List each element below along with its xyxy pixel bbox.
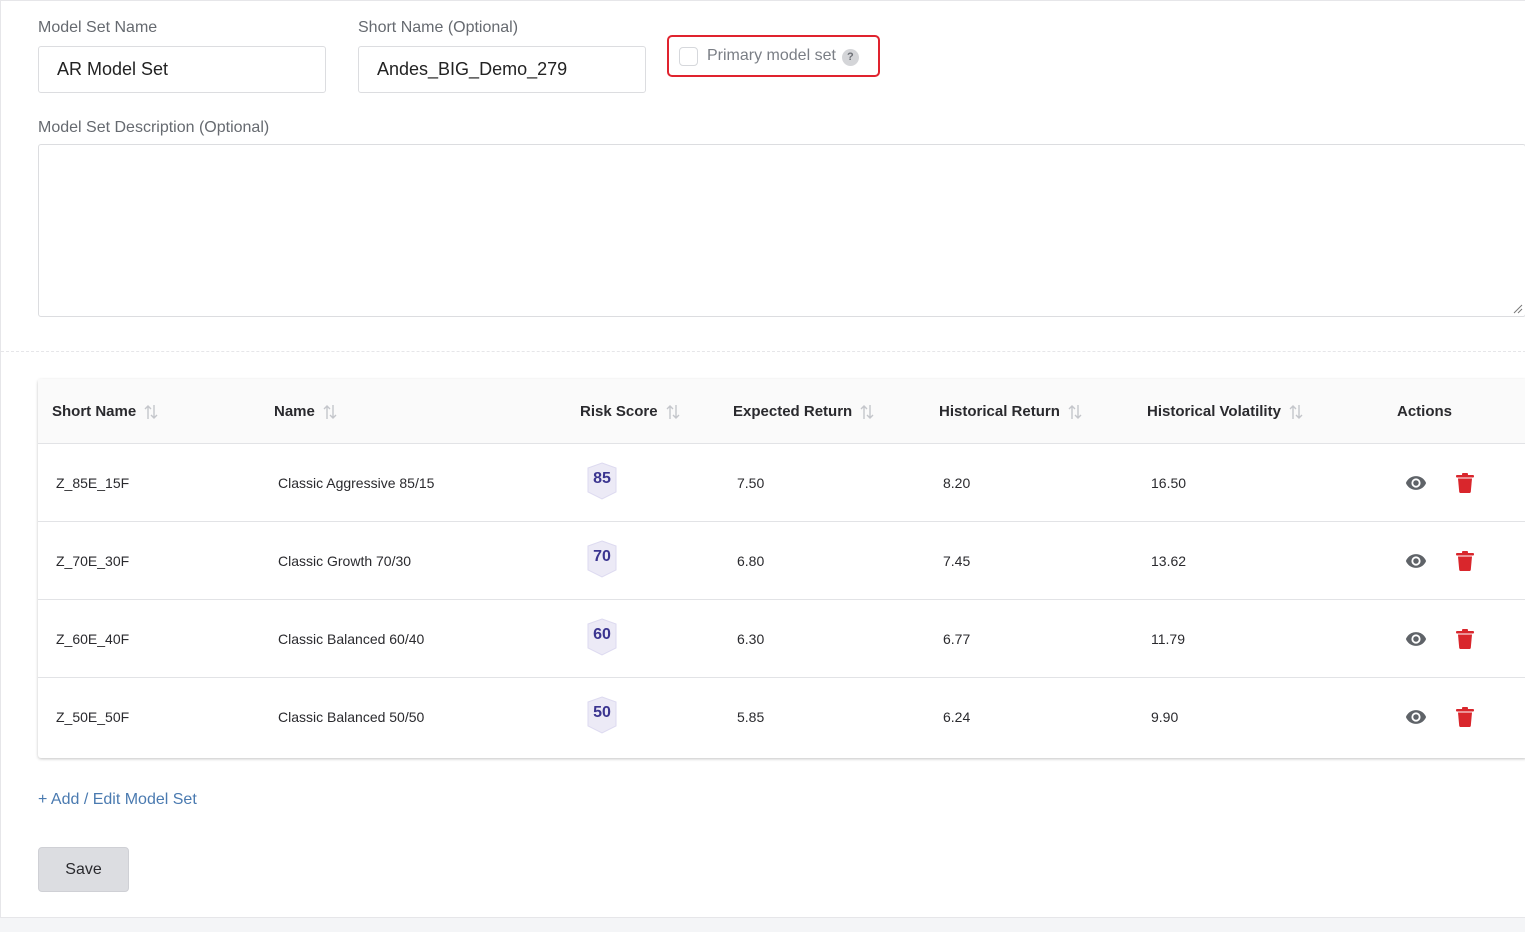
short-name-label: Short Name (Optional) [358, 19, 519, 36]
cell-historical-volatility: 11.79 [1151, 631, 1185, 647]
risk-score-value: 70 [593, 548, 611, 565]
risk-score-badge: 60 [587, 618, 617, 656]
risk-score-value: 85 [593, 470, 611, 487]
model-set-name-label: Model Set Name [38, 19, 158, 36]
risk-score-value: 50 [593, 704, 611, 721]
cell-short-name: Z_70E_30F [56, 553, 130, 569]
cell-historical-return: 6.24 [943, 709, 971, 725]
column-header-actions: Actions [1397, 403, 1453, 420]
cell-short-name: Z_50E_50F [56, 709, 130, 725]
section-divider [1, 351, 1525, 352]
table-row: Z_70E_30F Classic Growth 70/30 70 6.80 7… [38, 522, 1525, 600]
resize-grip-icon[interactable] [1512, 303, 1523, 314]
primary-model-set-toggle[interactable]: Primary model set ? [667, 35, 880, 77]
eye-icon[interactable] [1405, 550, 1427, 572]
column-header-expected-return[interactable]: Expected Return [733, 379, 874, 444]
column-header-expected-return-label: Expected Return [733, 403, 853, 420]
column-header-historical-volatility-label: Historical Volatility [1147, 403, 1281, 420]
cell-expected-return: 6.30 [737, 631, 765, 647]
eye-icon[interactable] [1405, 706, 1427, 728]
primary-model-set-label[interactable]: Primary model set [707, 47, 836, 65]
column-header-name[interactable]: Name [274, 379, 337, 444]
table-row: Z_60E_40F Classic Balanced 60/40 60 6.30… [38, 600, 1525, 678]
cell-historical-return: 6.77 [943, 631, 971, 647]
column-header-historical-return-label: Historical Return [939, 403, 1060, 420]
risk-score-badge: 85 [587, 462, 617, 500]
column-header-short-name-label: Short Name [52, 403, 137, 420]
description-label: Model Set Description (Optional) [38, 119, 270, 136]
save-button[interactable]: Save [38, 847, 129, 892]
risk-score-value: 60 [593, 626, 611, 643]
trash-icon[interactable] [1454, 706, 1476, 728]
cell-historical-volatility: 9.90 [1151, 709, 1179, 725]
cell-short-name: Z_60E_40F [56, 631, 130, 647]
description-textarea[interactable] [38, 144, 1525, 317]
sort-icon[interactable] [666, 403, 680, 421]
table-row: Z_85E_15F Classic Aggressive 85/15 85 7.… [38, 444, 1525, 522]
sort-icon[interactable] [323, 403, 337, 421]
primary-model-set-checkbox[interactable] [679, 46, 698, 66]
eye-icon[interactable] [1405, 628, 1427, 650]
cell-historical-volatility: 16.50 [1151, 475, 1187, 491]
cell-historical-return: 7.45 [943, 553, 971, 569]
risk-score-badge: 50 [587, 696, 617, 734]
sort-icon[interactable] [144, 403, 158, 421]
risk-score-badge: 70 [587, 540, 617, 578]
cell-historical-volatility: 13.62 [1151, 553, 1187, 569]
model-set-form-card: Model Set Name Short Name (Optional) Pri… [0, 0, 1525, 918]
cell-name: Classic Balanced 50/50 [278, 709, 425, 725]
sort-icon[interactable] [860, 403, 874, 421]
column-header-risk-score-label: Risk Score [580, 403, 658, 420]
cell-expected-return: 6.80 [737, 553, 765, 569]
column-header-name-label: Name [274, 403, 315, 420]
short-name-input[interactable] [358, 46, 646, 93]
sort-icon[interactable] [1289, 403, 1303, 421]
cell-name: Classic Growth 70/30 [278, 553, 412, 569]
help-icon[interactable]: ? [841, 48, 859, 66]
model-set-name-input[interactable] [38, 46, 326, 93]
cell-name: Classic Balanced 60/40 [278, 631, 425, 647]
sort-icon[interactable] [1068, 403, 1082, 421]
column-header-risk-score[interactable]: Risk Score [580, 379, 680, 444]
trash-icon[interactable] [1454, 472, 1476, 494]
eye-icon[interactable] [1405, 472, 1427, 494]
cell-historical-return: 8.20 [943, 475, 971, 491]
cell-short-name: Z_85E_15F [56, 475, 130, 491]
column-header-historical-return[interactable]: Historical Return [939, 379, 1082, 444]
cell-expected-return: 7.50 [737, 475, 765, 491]
add-edit-model-set-link[interactable]: + Add / Edit Model Set [38, 791, 197, 809]
column-header-short-name[interactable]: Short Name [52, 379, 158, 444]
table-header: Short Name Name Risk Score Expected Retu… [38, 379, 1525, 444]
trash-icon[interactable] [1454, 628, 1476, 650]
cell-name: Classic Aggressive 85/15 [278, 475, 435, 491]
trash-icon[interactable] [1454, 550, 1476, 572]
column-header-historical-volatility[interactable]: Historical Volatility [1147, 379, 1303, 444]
model-table: Short Name Name Risk Score Expected Retu… [38, 379, 1525, 758]
cell-expected-return: 5.85 [737, 709, 765, 725]
table-row: Z_50E_50F Classic Balanced 50/50 50 5.85… [38, 678, 1525, 756]
